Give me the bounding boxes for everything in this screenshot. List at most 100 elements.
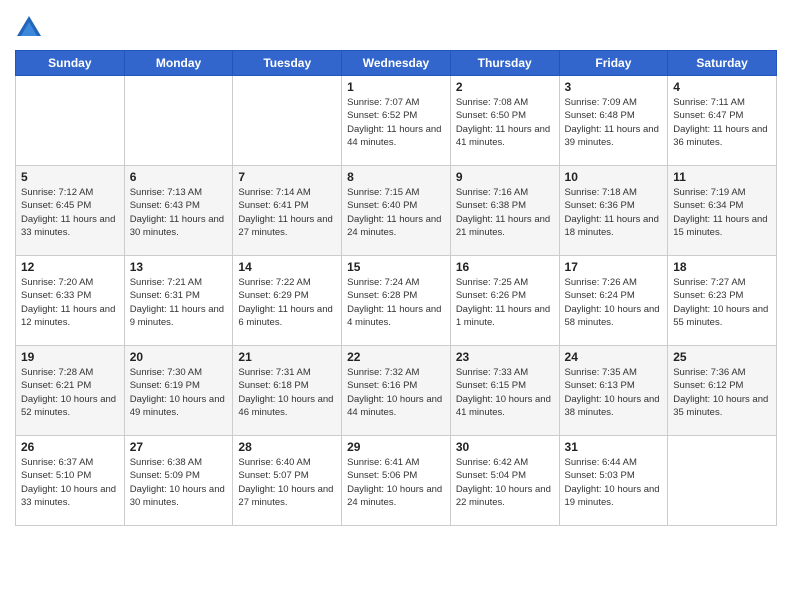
day-number: 4 (673, 80, 771, 94)
calendar-week-row: 12 Sunrise: 7:20 AM Sunset: 6:33 PM Dayli… (16, 256, 777, 346)
day-info: Sunrise: 7:32 AM Sunset: 6:16 PM Dayligh… (347, 366, 445, 419)
page: SundayMondayTuesdayWednesdayThursdayFrid… (0, 0, 792, 612)
day-number: 15 (347, 260, 445, 274)
day-info: Sunrise: 7:15 AM Sunset: 6:40 PM Dayligh… (347, 186, 445, 239)
day-info: Sunrise: 7:11 AM Sunset: 6:47 PM Dayligh… (673, 96, 771, 149)
calendar-cell: 9Sunrise: 7:16 AM Sunset: 6:38 PM Daylig… (450, 166, 559, 256)
calendar-cell (124, 76, 233, 166)
calendar-cell: 2 Sunrise: 7:08 AM Sunset: 6:50 PM Daylig… (450, 76, 559, 166)
day-info: Sunrise: 7:25 AM Sunset: 6:26 PM Dayligh… (456, 276, 554, 329)
day-info: Sunrise: 6:42 AM Sunset: 5:04 PM Dayligh… (456, 456, 554, 509)
calendar-cell (233, 76, 342, 166)
calendar-cell: 28 Sunrise: 6:40 AM Sunset: 5:07 PM Dayli… (233, 436, 342, 526)
day-info: Sunrise: 6:44 AM Sunset: 5:03 PM Dayligh… (565, 456, 663, 509)
day-info: Sunrise: 7:09 AM Sunset: 6:48 PM Dayligh… (565, 96, 663, 149)
day-info: Sunrise: 7:13 AM Sunset: 6:43 PM Dayligh… (130, 186, 228, 239)
calendar-cell: 20 Sunrise: 7:30 AM Sunset: 6:19 PM Dayli… (124, 346, 233, 436)
day-number: 2 (456, 80, 554, 94)
day-number: 18 (673, 260, 771, 274)
day-number: 29 (347, 440, 445, 454)
calendar-cell: 30 Sunrise: 6:42 AM Sunset: 5:04 PM Dayli… (450, 436, 559, 526)
calendar-week-row: 19 Sunrise: 7:28 AM Sunset: 6:21 PM Dayli… (16, 346, 777, 436)
day-info: Sunrise: 7:21 AM Sunset: 6:31 PM Dayligh… (130, 276, 228, 329)
day-info: Sunrise: 7:26 AM Sunset: 6:24 PM Dayligh… (565, 276, 663, 329)
weekday-header-monday: Monday (124, 51, 233, 76)
day-number: 8 (347, 170, 445, 184)
weekday-header-saturday: Saturday (668, 51, 777, 76)
calendar-cell: 23Sunrise: 7:33 AM Sunset: 6:15 PM Dayli… (450, 346, 559, 436)
calendar-cell: 14 Sunrise: 7:22 AM Sunset: 6:29 PM Dayli… (233, 256, 342, 346)
day-info: Sunrise: 7:20 AM Sunset: 6:33 PM Dayligh… (21, 276, 119, 329)
calendar-cell: 8 Sunrise: 7:15 AM Sunset: 6:40 PM Daylig… (342, 166, 451, 256)
header (15, 10, 777, 42)
calendar-cell: 18Sunrise: 7:27 AM Sunset: 6:23 PM Dayli… (668, 256, 777, 346)
weekday-header-tuesday: Tuesday (233, 51, 342, 76)
day-number: 7 (238, 170, 336, 184)
day-number: 27 (130, 440, 228, 454)
calendar-cell: 27 Sunrise: 6:38 AM Sunset: 5:09 PM Dayli… (124, 436, 233, 526)
day-info: Sunrise: 7:31 AM Sunset: 6:18 PM Dayligh… (238, 366, 336, 419)
calendar-cell: 15Sunrise: 7:24 AM Sunset: 6:28 PM Dayli… (342, 256, 451, 346)
day-number: 3 (565, 80, 663, 94)
day-number: 30 (456, 440, 554, 454)
day-info: Sunrise: 7:12 AM Sunset: 6:45 PM Dayligh… (21, 186, 119, 239)
day-number: 10 (565, 170, 663, 184)
day-info: Sunrise: 6:37 AM Sunset: 5:10 PM Dayligh… (21, 456, 119, 509)
calendar-cell: 17 Sunrise: 7:26 AM Sunset: 6:24 PM Dayli… (559, 256, 668, 346)
calendar-cell: 10 Sunrise: 7:18 AM Sunset: 6:36 PM Dayli… (559, 166, 668, 256)
day-info: Sunrise: 7:30 AM Sunset: 6:19 PM Dayligh… (130, 366, 228, 419)
weekday-header-row: SundayMondayTuesdayWednesdayThursdayFrid… (16, 51, 777, 76)
calendar-cell: 31 Sunrise: 6:44 AM Sunset: 5:03 PM Dayli… (559, 436, 668, 526)
day-number: 16 (456, 260, 554, 274)
day-info: Sunrise: 7:08 AM Sunset: 6:50 PM Dayligh… (456, 96, 554, 149)
day-number: 21 (238, 350, 336, 364)
calendar-cell: 26 Sunrise: 6:37 AM Sunset: 5:10 PM Dayli… (16, 436, 125, 526)
calendar-week-row: 5Sunrise: 7:12 AM Sunset: 6:45 PM Daylig… (16, 166, 777, 256)
day-info: Sunrise: 6:38 AM Sunset: 5:09 PM Dayligh… (130, 456, 228, 509)
calendar-cell: 6 Sunrise: 7:13 AM Sunset: 6:43 PM Daylig… (124, 166, 233, 256)
calendar-week-row: 26 Sunrise: 6:37 AM Sunset: 5:10 PM Dayli… (16, 436, 777, 526)
day-number: 28 (238, 440, 336, 454)
calendar-cell: 29 Sunrise: 6:41 AM Sunset: 5:06 PM Dayli… (342, 436, 451, 526)
day-number: 14 (238, 260, 336, 274)
calendar-cell: 1 Sunrise: 7:07 AM Sunset: 6:52 PM Daylig… (342, 76, 451, 166)
weekday-header-sunday: Sunday (16, 51, 125, 76)
day-info: Sunrise: 6:40 AM Sunset: 5:07 PM Dayligh… (238, 456, 336, 509)
day-info: Sunrise: 7:35 AM Sunset: 6:13 PM Dayligh… (565, 366, 663, 419)
day-info: Sunrise: 7:22 AM Sunset: 6:29 PM Dayligh… (238, 276, 336, 329)
day-number: 1 (347, 80, 445, 94)
day-number: 11 (673, 170, 771, 184)
calendar-cell (16, 76, 125, 166)
weekday-header-thursday: Thursday (450, 51, 559, 76)
calendar-cell: 24 Sunrise: 7:35 AM Sunset: 6:13 PM Dayli… (559, 346, 668, 436)
day-number: 6 (130, 170, 228, 184)
day-number: 23 (456, 350, 554, 364)
calendar-cell: 11 Sunrise: 7:19 AM Sunset: 6:34 PM Dayli… (668, 166, 777, 256)
day-number: 31 (565, 440, 663, 454)
calendar-week-row: 1 Sunrise: 7:07 AM Sunset: 6:52 PM Daylig… (16, 76, 777, 166)
day-info: Sunrise: 7:28 AM Sunset: 6:21 PM Dayligh… (21, 366, 119, 419)
day-info: Sunrise: 7:14 AM Sunset: 6:41 PM Dayligh… (238, 186, 336, 239)
day-info: Sunrise: 6:41 AM Sunset: 5:06 PM Dayligh… (347, 456, 445, 509)
logo-icon (15, 14, 43, 42)
day-info: Sunrise: 7:18 AM Sunset: 6:36 PM Dayligh… (565, 186, 663, 239)
calendar-cell: 19 Sunrise: 7:28 AM Sunset: 6:21 PM Dayli… (16, 346, 125, 436)
day-number: 20 (130, 350, 228, 364)
day-number: 17 (565, 260, 663, 274)
logo (15, 14, 46, 42)
day-number: 26 (21, 440, 119, 454)
calendar-cell (668, 436, 777, 526)
calendar-cell: 25Sunrise: 7:36 AM Sunset: 6:12 PM Dayli… (668, 346, 777, 436)
day-number: 9 (456, 170, 554, 184)
calendar-cell: 22Sunrise: 7:32 AM Sunset: 6:16 PM Dayli… (342, 346, 451, 436)
calendar-cell: 12 Sunrise: 7:20 AM Sunset: 6:33 PM Dayli… (16, 256, 125, 346)
day-info: Sunrise: 7:19 AM Sunset: 6:34 PM Dayligh… (673, 186, 771, 239)
day-number: 12 (21, 260, 119, 274)
day-info: Sunrise: 7:07 AM Sunset: 6:52 PM Dayligh… (347, 96, 445, 149)
day-number: 24 (565, 350, 663, 364)
day-number: 19 (21, 350, 119, 364)
day-info: Sunrise: 7:36 AM Sunset: 6:12 PM Dayligh… (673, 366, 771, 419)
calendar-cell: 21 Sunrise: 7:31 AM Sunset: 6:18 PM Dayli… (233, 346, 342, 436)
calendar-cell: 3 Sunrise: 7:09 AM Sunset: 6:48 PM Daylig… (559, 76, 668, 166)
calendar-cell: 13Sunrise: 7:21 AM Sunset: 6:31 PM Dayli… (124, 256, 233, 346)
